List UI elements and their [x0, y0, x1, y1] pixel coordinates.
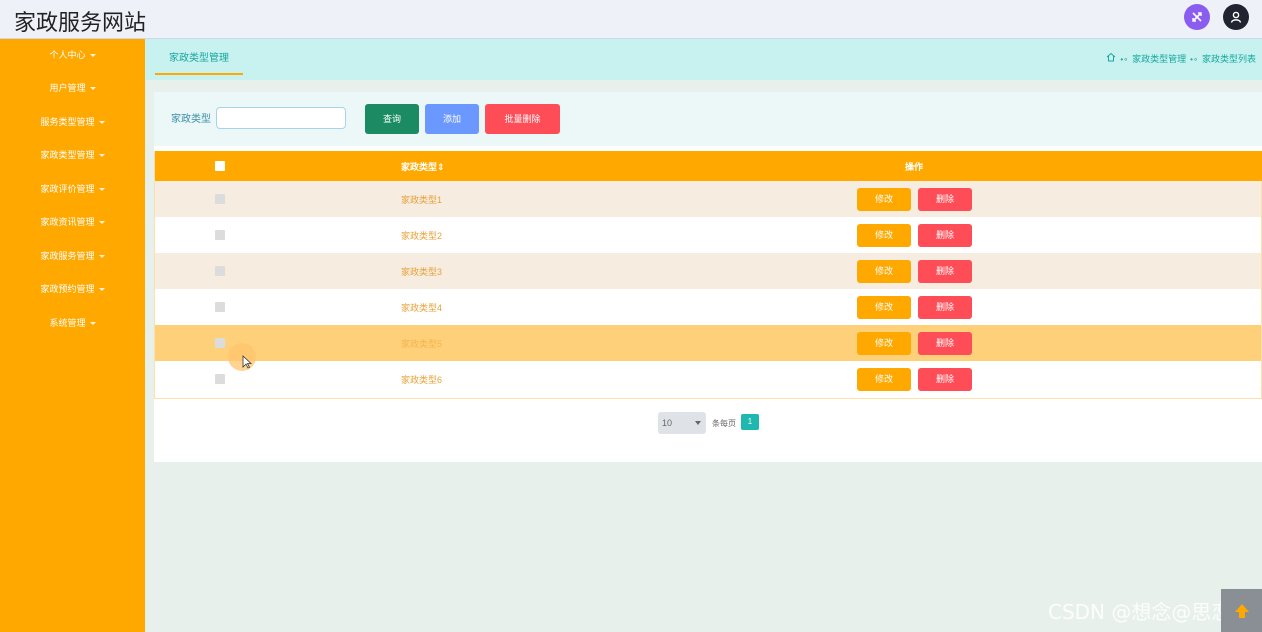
chevron-down-icon	[98, 288, 105, 292]
sidebar-item-service-types[interactable]: 服务类型管理	[0, 112, 145, 132]
chevron-down-icon	[98, 221, 105, 225]
table-row: 家政类型1 修改 删除	[155, 181, 1261, 217]
home-icon[interactable]	[1106, 39, 1116, 80]
user-icon[interactable]	[1223, 4, 1249, 30]
delete-button[interactable]: 删除	[918, 368, 972, 391]
sidebar: 个人中心 用户管理 服务类型管理 家政类型管理 家政评价管理 家政资讯管理 家政…	[0, 39, 145, 632]
sidebar-item-appointments[interactable]: 家政预约管理	[0, 279, 145, 299]
search-bar: 家政类型 查询 添加 批量删除	[154, 92, 1262, 146]
row-type-name[interactable]: 家政类型3	[401, 265, 442, 278]
table-row: 家政类型6 修改 删除	[155, 361, 1261, 397]
chevron-down-icon	[89, 322, 96, 326]
table-row: 家政类型5 修改 删除	[155, 325, 1261, 361]
sidebar-item-personal-center[interactable]: 个人中心	[0, 45, 145, 65]
row-type-name[interactable]: 家政类型2	[401, 229, 442, 242]
tab-strip: 家政类型管理 •∘ 家政类型管理 •∘ 家政类型列表	[145, 39, 1262, 80]
breadcrumb-item: 家政类型列表	[1201, 54, 1256, 64]
sidebar-item-label: 家政服务管理	[40, 251, 95, 261]
row-type-name[interactable]: 家政类型1	[401, 193, 442, 206]
edit-button[interactable]: 修改	[857, 224, 911, 247]
select-all-checkbox[interactable]	[215, 161, 225, 171]
sidebar-item-label: 家政资讯管理	[40, 217, 95, 227]
chevron-down-icon	[695, 421, 701, 425]
sidebar-item-label: 家政评价管理	[40, 184, 95, 194]
page-size-select[interactable]: 10	[658, 412, 706, 434]
column-header-type[interactable]: 家政类型⇕	[401, 160, 445, 173]
top-header: 家政服务网站	[0, 0, 1262, 39]
delete-button[interactable]: 删除	[918, 332, 972, 355]
row-checkbox[interactable]	[215, 194, 225, 204]
edit-button[interactable]: 修改	[857, 260, 911, 283]
add-button[interactable]: 添加	[425, 104, 479, 134]
table-row: 家政类型2 修改 删除	[155, 217, 1261, 253]
delete-button[interactable]: 删除	[918, 296, 972, 319]
row-type-name[interactable]: 家政类型6	[401, 373, 442, 386]
query-button[interactable]: 查询	[365, 104, 419, 134]
chevron-down-icon	[89, 54, 96, 58]
sidebar-item-label: 用户管理	[49, 83, 86, 93]
chevron-down-icon	[98, 255, 105, 259]
delete-button[interactable]: 删除	[918, 224, 972, 247]
delete-button[interactable]: 删除	[918, 188, 972, 211]
row-checkbox[interactable]	[215, 374, 225, 384]
bulk-delete-button[interactable]: 批量删除	[485, 104, 560, 134]
sidebar-item-label: 家政类型管理	[40, 150, 95, 160]
breadcrumb-item[interactable]: 家政类型管理	[1132, 39, 1186, 80]
chevron-down-icon	[98, 154, 105, 158]
search-label: 家政类型	[171, 114, 211, 125]
chevron-down-icon	[98, 188, 105, 192]
sidebar-item-label: 个人中心	[49, 50, 86, 60]
table-row: 家政类型4 修改 删除	[155, 289, 1261, 325]
sidebar-item-label: 服务类型管理	[40, 117, 95, 127]
scroll-top-button[interactable]	[1221, 589, 1262, 632]
table-row: 家政类型3 修改 删除	[155, 253, 1261, 289]
data-table: 家政类型⇕ 操作 家政类型1 修改 删除 家政类型2 修改 删除 家政类型3 修…	[154, 151, 1262, 399]
edit-button[interactable]: 修改	[857, 188, 911, 211]
sidebar-item-housekeeping-types[interactable]: 家政类型管理	[0, 145, 145, 165]
chevron-down-icon	[98, 121, 105, 125]
shuffle-icon[interactable]	[1184, 4, 1210, 30]
mouse-pointer-icon	[242, 355, 253, 374]
page-size-label: 条每页	[712, 419, 736, 428]
edit-button[interactable]: 修改	[857, 368, 911, 391]
row-checkbox[interactable]	[215, 302, 225, 312]
sidebar-item-label: 系统管理	[49, 318, 86, 328]
page-number-button[interactable]: 1	[741, 414, 759, 430]
column-header-operation: 操作	[905, 162, 924, 172]
search-input[interactable]	[216, 107, 346, 129]
watermark: CSDN @想念@思恋	[1048, 600, 1232, 624]
tab-housekeeping-types[interactable]: 家政类型管理	[155, 45, 243, 75]
sidebar-item-news[interactable]: 家政资讯管理	[0, 212, 145, 232]
main-panel: 家政类型 查询 添加 批量删除 家政类型⇕ 操作 家政类型1 修改 删除 家政类…	[154, 92, 1262, 462]
sidebar-item-label: 家政预约管理	[40, 284, 95, 294]
separator-icon: •∘	[1190, 55, 1198, 64]
site-title: 家政服务网站	[14, 11, 147, 36]
chevron-down-icon	[89, 87, 96, 91]
row-type-name[interactable]: 家政类型5	[401, 337, 442, 350]
sidebar-item-services[interactable]: 家政服务管理	[0, 246, 145, 266]
row-checkbox[interactable]	[215, 338, 225, 348]
row-checkbox[interactable]	[215, 230, 225, 240]
sidebar-item-users[interactable]: 用户管理	[0, 78, 145, 98]
sidebar-item-reviews[interactable]: 家政评价管理	[0, 179, 145, 199]
sort-icon[interactable]: ⇕	[437, 162, 445, 172]
breadcrumb: •∘ 家政类型管理 •∘ 家政类型列表	[1106, 39, 1256, 80]
row-type-name[interactable]: 家政类型4	[401, 301, 442, 314]
table-header: 家政类型⇕ 操作	[155, 151, 1262, 181]
delete-button[interactable]: 删除	[918, 260, 972, 283]
separator-icon: •∘	[1120, 55, 1129, 64]
arrow-up-icon	[1234, 603, 1249, 618]
edit-button[interactable]: 修改	[857, 296, 911, 319]
edit-button[interactable]: 修改	[857, 332, 911, 355]
sidebar-item-system[interactable]: 系统管理	[0, 313, 145, 333]
row-checkbox[interactable]	[215, 266, 225, 276]
